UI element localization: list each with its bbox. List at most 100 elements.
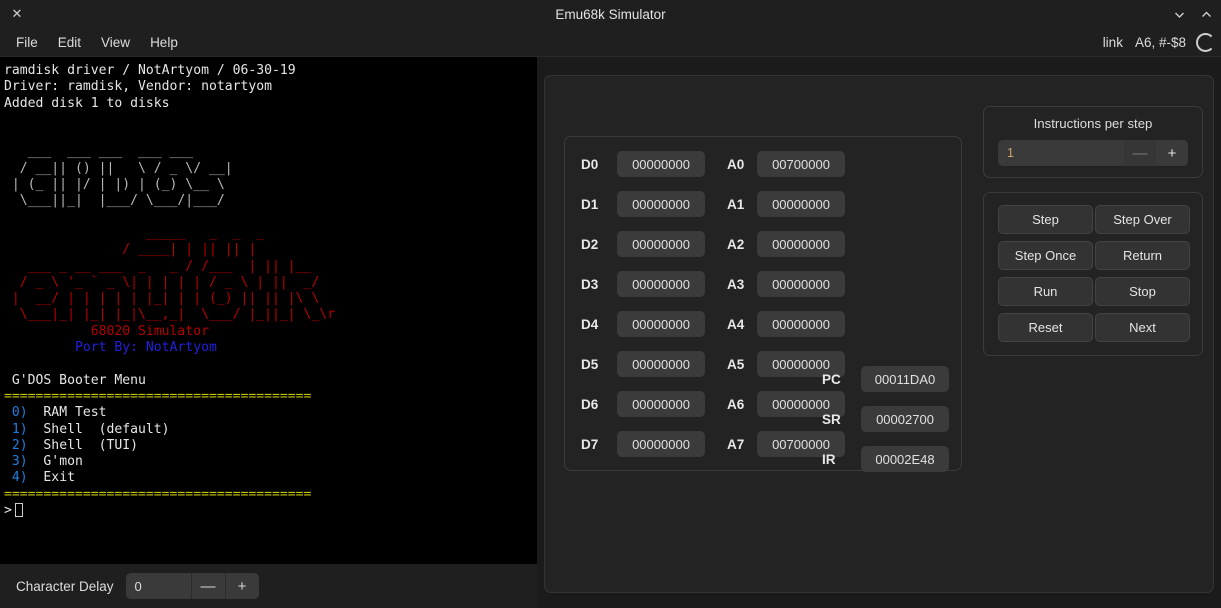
terminal-line: / _ \ '_ ` _ \| | | | | / _ \ | || _/ bbox=[4, 274, 328, 290]
terminal-separator: ======================================= bbox=[4, 486, 312, 502]
register-row: D4 00000000 A4 00000000 bbox=[581, 311, 845, 337]
terminal-prompt-symbol: > bbox=[4, 503, 12, 519]
address-register-label: A5 bbox=[727, 356, 745, 372]
terminal-line: ___ ___ ___ ___ ___ bbox=[4, 144, 202, 160]
special-register-row: IR 00002E48 bbox=[822, 446, 949, 472]
reset-button[interactable]: Reset bbox=[998, 313, 1093, 342]
window-title: Emu68k Simulator bbox=[555, 6, 666, 22]
special-register-label: PC bbox=[822, 371, 841, 387]
data-register-label: D5 bbox=[581, 356, 599, 372]
address-register-field[interactable]: 00000000 bbox=[757, 311, 845, 337]
next-button[interactable]: Next bbox=[1095, 313, 1190, 342]
boot-menu-entry[interactable]: 3) G'mon bbox=[4, 454, 537, 470]
boot-menu-number: 0) bbox=[4, 405, 28, 421]
terminal-pane: ramdisk driver / NotArtyom / 06-30-19 Dri… bbox=[0, 57, 537, 608]
chevron-up-icon[interactable] bbox=[1200, 8, 1213, 21]
menu-item-help[interactable]: Help bbox=[140, 32, 188, 53]
character-delay-stepper[interactable]: 0 — + bbox=[125, 573, 259, 599]
boot-menu-label: RAM Test bbox=[27, 405, 107, 421]
address-register-label: A3 bbox=[727, 276, 745, 292]
register-row: D5 00000000 A5 00000000 bbox=[581, 351, 845, 377]
data-register-label: D0 bbox=[581, 156, 599, 172]
data-register-field[interactable]: 00000000 bbox=[617, 391, 705, 417]
menu-item-file[interactable]: File bbox=[6, 32, 48, 53]
register-row: D3 00000000 A3 00000000 bbox=[581, 271, 845, 297]
address-register-label: A1 bbox=[727, 196, 745, 212]
register-row: D7 00000000 A7 00700000 bbox=[581, 431, 845, 457]
boot-menu-number: 3) bbox=[4, 454, 28, 470]
return-button[interactable]: Return bbox=[1095, 241, 1190, 270]
data-register-field[interactable]: 00000000 bbox=[617, 351, 705, 377]
data-register-field[interactable]: 00000000 bbox=[617, 151, 705, 177]
data-register-label: D2 bbox=[581, 236, 599, 252]
boot-menu-label: Shell (default) bbox=[27, 421, 170, 437]
terminal-prompt-line[interactable]: > bbox=[4, 503, 537, 519]
data-register-field[interactable]: 00000000 bbox=[617, 271, 705, 297]
step-over-button[interactable]: Step Over bbox=[1095, 205, 1190, 234]
address-register-field[interactable]: 00000000 bbox=[757, 271, 845, 297]
instructions-per-step-input[interactable]: 1 bbox=[998, 140, 1124, 166]
terminal-line: G'DOS Booter Menu bbox=[4, 372, 146, 388]
chevron-down-icon[interactable] bbox=[1173, 8, 1186, 21]
address-register-label: A2 bbox=[727, 236, 745, 252]
run-button[interactable]: Run bbox=[998, 277, 1093, 306]
controls-card: Step Step Over Step Once Return Run Stop Reset… bbox=[983, 192, 1203, 356]
data-register-field[interactable]: 00000000 bbox=[617, 311, 705, 337]
character-delay-plus-button[interactable]: + bbox=[224, 573, 259, 599]
data-register-field[interactable]: 00000000 bbox=[617, 231, 705, 257]
boot-menu-entry[interactable]: 4) Exit bbox=[4, 470, 537, 486]
instructions-per-step-minus-button[interactable]: — bbox=[1124, 140, 1156, 166]
terminal-line: / __|| () || \ / _ \/ __| bbox=[4, 160, 233, 176]
special-register-row: SR 00002700 bbox=[822, 406, 949, 432]
status-operand-label: A6, #-$8 bbox=[1134, 34, 1186, 50]
terminal-line: 68020 Simulator bbox=[4, 323, 209, 339]
terminal-cursor bbox=[14, 503, 23, 518]
special-register-row: PC 00011DA0 bbox=[822, 366, 949, 392]
boot-menu-entry[interactable]: 1) Shell (default) bbox=[4, 422, 537, 438]
menu-item-view[interactable]: View bbox=[91, 32, 140, 53]
terminal-output[interactable]: ramdisk driver / NotArtyom / 06-30-19 Dri… bbox=[0, 57, 537, 564]
instructions-per-step-stepper[interactable]: 1 — + bbox=[998, 140, 1188, 166]
boot-menu-entry[interactable]: 0) RAM Test bbox=[4, 405, 537, 421]
data-register-label: D7 bbox=[581, 436, 599, 452]
data-register-label: D4 bbox=[581, 316, 599, 332]
terminal-line: _____ _ _ _ bbox=[4, 225, 273, 241]
menu-item-edit[interactable]: Edit bbox=[48, 32, 91, 53]
terminal-line: \___|_| |_| |_|\__,_| \___/ |_||_| \_\r bbox=[4, 307, 336, 323]
data-register-label: D3 bbox=[581, 276, 599, 292]
address-register-field[interactable]: 00700000 bbox=[757, 151, 845, 177]
special-register-field[interactable]: 00002E48 bbox=[861, 446, 949, 472]
instructions-per-step-card: Instructions per step 1 — + bbox=[983, 106, 1203, 178]
instructions-per-step-plus-button[interactable]: + bbox=[1156, 140, 1188, 166]
data-register-field[interactable]: 00000000 bbox=[617, 191, 705, 217]
character-delay-input[interactable]: 0 bbox=[125, 573, 191, 599]
register-row: D6 00000000 A6 00000000 bbox=[581, 391, 845, 417]
boot-menu-entry[interactable]: 2) Shell (TUI) bbox=[4, 438, 537, 454]
boot-menu-number: 1) bbox=[4, 421, 28, 437]
address-register-field[interactable]: 00000000 bbox=[757, 191, 845, 217]
data-register-field[interactable]: 00000000 bbox=[617, 431, 705, 457]
terminal-line: ___ _ __ ___ _ _ / /___ | || |__ bbox=[4, 258, 328, 274]
address-register-field[interactable]: 00000000 bbox=[757, 231, 845, 257]
terminal-line: | (_ || |/ | |) | (_) \__ \ bbox=[4, 177, 225, 193]
character-delay-minus-button[interactable]: — bbox=[190, 573, 225, 599]
menubar: File Edit View Help link A6, #-$8 bbox=[0, 28, 1221, 57]
main-area: ramdisk driver / NotArtyom / 06-30-19 Dri… bbox=[0, 57, 1221, 608]
special-register-label: IR bbox=[822, 451, 836, 467]
special-register-field[interactable]: 00011DA0 bbox=[861, 366, 949, 392]
boot-menu-label: Shell (TUI) bbox=[27, 437, 139, 453]
spinner-icon bbox=[1196, 32, 1215, 52]
terminal-line: Port By: NotArtyom bbox=[4, 340, 217, 356]
terminal-line: ramdisk driver / NotArtyom / 06-30-19 bbox=[4, 63, 296, 78]
address-register-label: A0 bbox=[727, 156, 745, 172]
stop-button[interactable]: Stop bbox=[1095, 277, 1190, 306]
step-once-button[interactable]: Step Once bbox=[998, 241, 1093, 270]
step-button[interactable]: Step bbox=[998, 205, 1093, 234]
terminal-line: ======================================= bbox=[4, 388, 312, 404]
special-register-field[interactable]: 00002700 bbox=[861, 406, 949, 432]
terminal-line: / ____| | || || | bbox=[4, 242, 257, 258]
special-register-label: SR bbox=[822, 411, 841, 427]
